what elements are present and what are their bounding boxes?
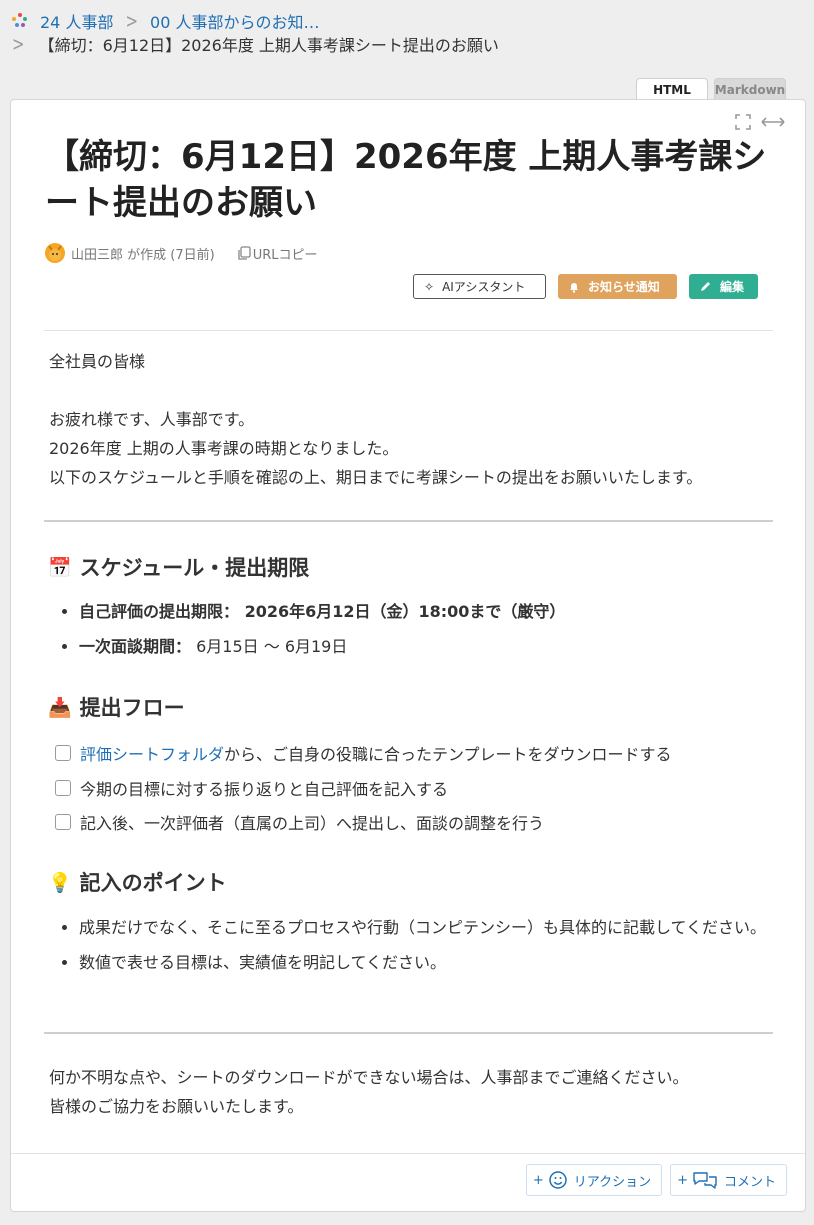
comment-bubbles-icon (693, 1172, 717, 1189)
interview-value: 6月15日 〜 6月19日 (191, 637, 348, 656)
schedule-heading-text: スケジュール・提出期限 (79, 556, 310, 580)
bell-icon (570, 282, 578, 293)
list-item: 成果だけでなく、そこに至るプロセスや行動（コンピテンシー）も具体的に記載してくだ… (79, 913, 779, 942)
task-text: 今期の目標に対する振り返りと自己評価を記入する (80, 780, 449, 799)
ai-assistant-button[interactable]: ✧ AIアシスタント (413, 274, 546, 299)
reaction-label: リアクション (573, 1174, 652, 1190)
ai-assistant-label: AIアシスタント (442, 280, 526, 294)
sparkle-icon: ✧ (424, 279, 435, 294)
chevron-right-icon[interactable]: > (12, 32, 25, 55)
comment-label: コメント (723, 1174, 776, 1190)
reaction-button[interactable]: + リアクション (525, 1164, 663, 1196)
plus-icon: + (677, 1172, 688, 1188)
author-line: 山田三郎 が作成 (7日前) (71, 247, 215, 263)
pencil-icon (701, 282, 710, 291)
avatar[interactable] (45, 243, 65, 263)
intro-paragraph: お疲れ様です、人事部です。 2026年度 上期の人事考課の時期となりました。 以… (49, 405, 779, 492)
task-checkbox[interactable] (55, 814, 71, 830)
smiley-icon (548, 1171, 567, 1189)
flow-heading: 📥 提出フロー (48, 692, 185, 722)
comment-button[interactable]: + コメント (670, 1164, 787, 1196)
breadcrumb: 24 人事部 > 00 人事部からのお知… > 【締切：6月12日】2026年度… (0, 0, 814, 60)
page-tree-icon (12, 13, 28, 29)
page-title: 【締切：6月12日】2026年度 上期人事考課シート提出のお願い (45, 137, 767, 223)
list-item: 数値で表せる目標は、実績値を明記してください。 (79, 948, 779, 977)
edit-label: 編集 (720, 280, 745, 294)
task-checkbox[interactable] (55, 780, 71, 796)
schedule-heading: 📅 スケジュール・提出期限 (48, 552, 309, 582)
footer-actions: + リアクション + コメント (525, 1164, 787, 1196)
breadcrumb-current: 【締切：6月12日】2026年度 上期人事考課シート提出のお願い (38, 36, 499, 55)
points-heading-text: 記入のポイント (79, 871, 227, 895)
closing-line: 皆様のご協力をお願いいたします。 (49, 1097, 304, 1116)
view-tabs: HTML Markdown (636, 78, 786, 100)
section-divider (44, 520, 773, 522)
breadcrumb-child[interactable]: 00 人事部からのお知… (150, 9, 319, 33)
flow-heading-text: 提出フロー (79, 696, 185, 720)
chevron-right-icon: > (125, 9, 139, 33)
light-bulb-icon: 💡 (48, 871, 72, 894)
deadline-text: 自己評価の提出期限： 2026年6月12日（金）18:00まで（厳守） (79, 602, 566, 621)
intro-line: 2026年度 上期の人事考課の時期となりました。 (49, 439, 399, 458)
intro-line: 以下のスケジュールと手順を確認の上、期日までに考課シートの提出をお願いいたします… (49, 468, 703, 487)
notify-button[interactable]: お知らせ通知 (558, 274, 677, 299)
calendar-icon: 📅 (48, 556, 72, 579)
task-item: 今期の目標に対する振り返りと自己評価を記入する (55, 776, 448, 800)
notify-label: お知らせ通知 (588, 280, 660, 294)
interview-label: 一次面談期間： (79, 637, 192, 656)
view-controls (735, 114, 785, 130)
intro-line: お疲れ様です、人事部です。 (49, 410, 255, 429)
closing-paragraph: 何か不明な点や、シートのダウンロードができない場合は、人事部までご連絡ください。… (49, 1063, 779, 1121)
list-item: 自己評価の提出期限： 2026年6月12日（金）18:00まで（厳守） (79, 597, 779, 626)
expand-width-icon[interactable] (761, 116, 785, 128)
list-item: 一次面談期間： 6月15日 〜 6月19日 (79, 632, 779, 661)
copy-url-label: URLコピー (252, 247, 318, 263)
copy-icon (238, 245, 251, 260)
schedule-list: 自己評価の提出期限： 2026年6月12日（金）18:00まで（厳守） 一次面談… (79, 597, 779, 667)
divider (44, 330, 773, 331)
breadcrumb-parent[interactable]: 24 人事部 (40, 9, 113, 33)
closing-line: 何か不明な点や、シートのダウンロードができない場合は、人事部までご連絡ください。 (49, 1068, 689, 1087)
greeting: 全社員の皆様 (49, 352, 146, 371)
task-text: 記入後、一次評価者（直属の上司）へ提出し、面談の調整を行う (80, 814, 545, 833)
page-card: 【締切：6月12日】2026年度 上期人事考課シート提出のお願い 山田三郎 が作… (10, 99, 806, 1212)
task-text: から、ご自身の役職に合ったテンプレートをダウンロードする (224, 745, 672, 764)
footer-divider (11, 1153, 805, 1154)
copy-url-link[interactable]: URLコピー (237, 244, 318, 263)
task-item: 記入後、一次評価者（直属の上司）へ提出し、面談の調整を行う (55, 810, 544, 834)
evaluation-folder-link[interactable]: 評価シートフォルダ (80, 745, 224, 764)
task-checkbox[interactable] (55, 745, 71, 761)
edit-button[interactable]: 編集 (689, 274, 758, 299)
inbox-tray-icon: 📥 (48, 696, 72, 719)
tab-markdown[interactable]: Markdown (714, 78, 786, 100)
page-actions: ✧ AIアシスタント お知らせ通知 編集 (413, 274, 758, 299)
points-list: 成果だけでなく、そこに至るプロセスや行動（コンピテンシー）も具体的に記載してくだ… (79, 913, 779, 983)
tab-html[interactable]: HTML (636, 78, 708, 100)
section-divider (44, 1032, 773, 1034)
plus-icon: + (532, 1172, 544, 1188)
fullscreen-icon[interactable] (735, 114, 751, 130)
page-meta: 山田三郎 が作成 (7日前) URLコピー (45, 242, 317, 264)
points-heading: 💡 記入のポイント (48, 867, 227, 897)
task-item: 評価シートフォルダから、ご自身の役職に合ったテンプレートをダウンロードする (55, 741, 672, 765)
